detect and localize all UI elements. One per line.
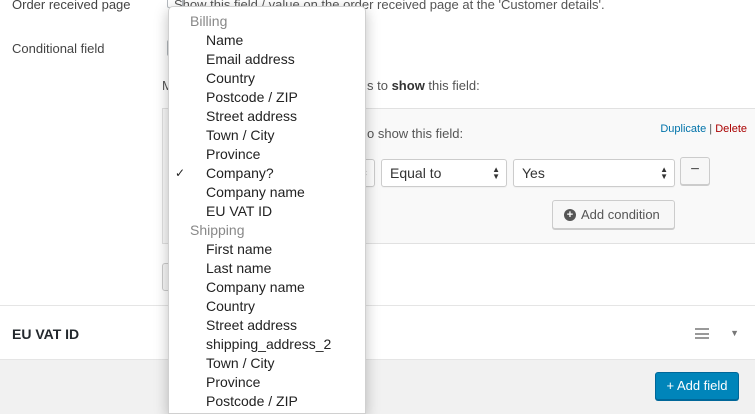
condition-operator-select[interactable]: Equal to ▲ ▼ xyxy=(381,159,507,187)
field-section-header[interactable]: EU VAT ID ▼ xyxy=(0,305,755,360)
dropdown-option[interactable]: First name xyxy=(169,240,365,259)
dropdown-option[interactable]: Country xyxy=(169,297,365,316)
dropdown-option[interactable]: Postcode / ZIP xyxy=(169,88,365,107)
add-field-button[interactable]: + Add field xyxy=(655,372,739,400)
dropdown-list: Billing Name Email address Country Postcode … xyxy=(169,7,365,411)
select-arrows-icon: ▲▼ xyxy=(492,165,500,181)
dropdown-option[interactable]: Postcode / ZIP xyxy=(169,392,365,411)
link-separator: | xyxy=(709,123,713,135)
delete-link[interactable]: Delete xyxy=(715,123,747,135)
add-condition-button[interactable]: + Add condition xyxy=(552,200,675,229)
select-arrows-icon: ▲▼ xyxy=(660,165,668,181)
dropdown-option[interactable]: Province xyxy=(169,373,365,392)
hamburger-icon[interactable] xyxy=(695,328,709,339)
dropdown-option[interactable]: shipping_address_2 xyxy=(169,335,365,354)
duplicate-link[interactable]: Duplicate xyxy=(660,123,706,135)
dropdown-group-label: Billing xyxy=(190,13,228,29)
field-settings-panel: Order received page Show this field / va… xyxy=(0,0,755,305)
field-select-dropdown[interactable]: Billing Name Email address Country Postcode … xyxy=(168,6,366,414)
dropdown-option[interactable]: EU VAT ID xyxy=(169,202,365,221)
dropdown-option[interactable]: Country xyxy=(169,69,365,88)
remove-condition-button[interactable]: − xyxy=(680,157,710,185)
order-received-label: Order received page xyxy=(12,0,131,12)
dropdown-option[interactable]: Province xyxy=(169,145,365,164)
dropdown-option[interactable]: Town / City xyxy=(169,354,365,373)
caret-down-icon[interactable]: ▼ xyxy=(730,328,739,338)
show-rule-description: s to show this field: xyxy=(367,78,480,93)
checkmark-icon: ✓ xyxy=(175,166,186,180)
dropdown-option[interactable]: Street address xyxy=(169,107,365,126)
dropdown-option[interactable]: Company name xyxy=(169,183,365,202)
conditional-field-label: Conditional field xyxy=(12,41,105,56)
dropdown-option[interactable]: Name xyxy=(169,31,365,50)
add-condition-label: Add condition xyxy=(581,207,660,222)
operator-value: Equal to xyxy=(390,165,442,181)
condition-value-select[interactable]: Yes ▲ ▼ xyxy=(513,159,675,187)
dropdown-option[interactable]: Email address xyxy=(169,50,365,69)
rule-group-description: o show this field: xyxy=(367,126,464,141)
dropdown-option[interactable]: Company name xyxy=(169,278,365,297)
dropdown-option[interactable]: Town / City xyxy=(169,126,365,145)
dropdown-option[interactable]: Street address xyxy=(169,316,365,335)
dropdown-option[interactable]: ✓ Company? xyxy=(169,164,365,183)
rule-actions: Duplicate | Delete xyxy=(660,123,747,135)
dropdown-option[interactable]: Last name xyxy=(169,259,365,278)
plus-circle-icon: + xyxy=(564,209,576,221)
section-title: EU VAT ID xyxy=(12,326,80,342)
dropdown-group-label: Shipping xyxy=(190,222,245,238)
condition-value: Yes xyxy=(522,165,545,181)
